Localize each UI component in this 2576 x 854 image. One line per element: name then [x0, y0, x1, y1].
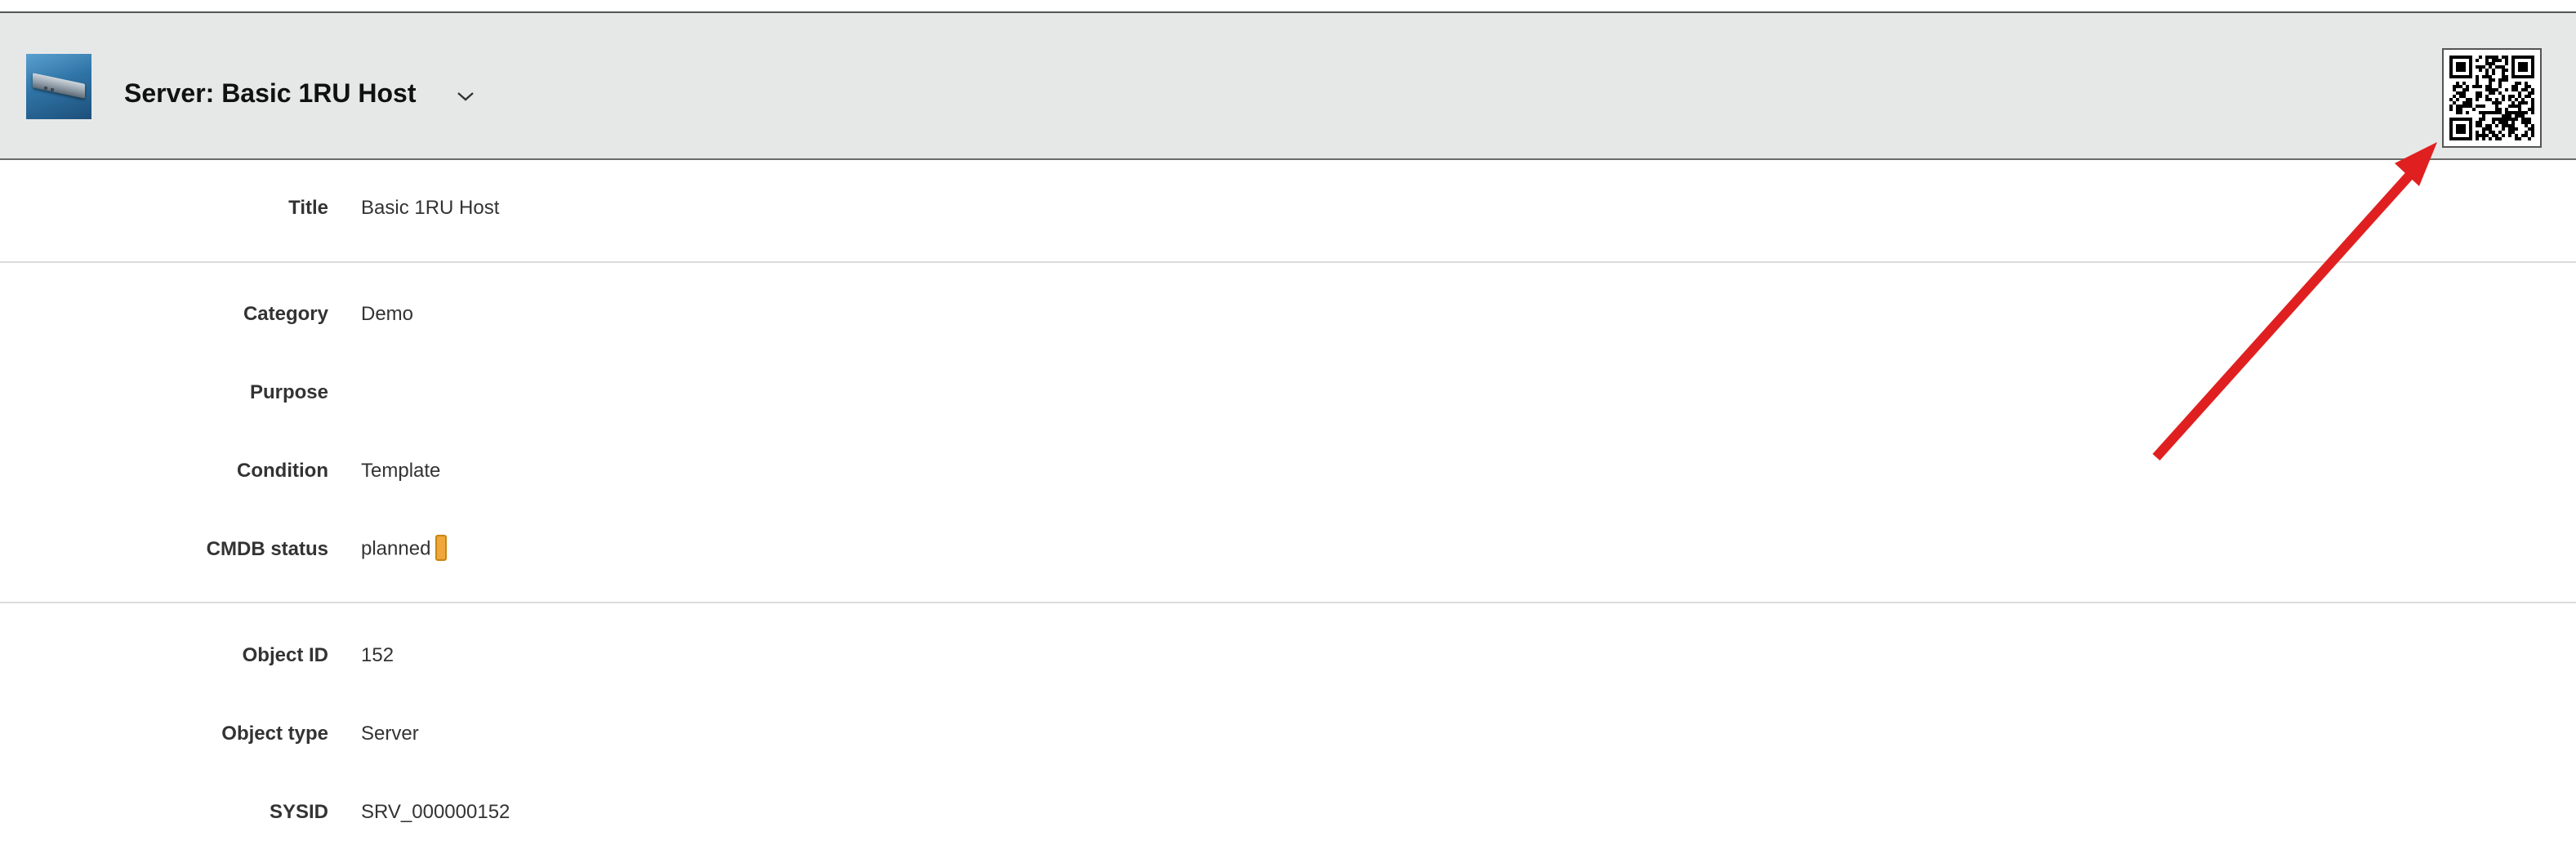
- object-id-label: Object ID: [242, 644, 328, 666]
- category-label: Category: [243, 303, 328, 325]
- server-rack-icon: [26, 54, 91, 119]
- section-divider: [0, 261, 2576, 263]
- object-type-value: Server: [361, 723, 419, 745]
- purpose-label: Purpose: [249, 381, 328, 403]
- category-value: Demo: [361, 303, 414, 325]
- chevron-down-icon[interactable]: [454, 85, 477, 108]
- condition-value: Template: [361, 460, 441, 482]
- cmdb-status-label: CMDB status: [206, 538, 328, 560]
- section-divider: [0, 602, 2576, 603]
- status-color-swatch: [435, 535, 448, 561]
- page-title: Server: Basic 1RU Host: [124, 78, 417, 108]
- object-view: Server: Basic 1RU Host Title Basic 1RU H…: [0, 0, 2576, 854]
- cmdb-status-text: planned: [361, 537, 431, 560]
- sysid-value: SRV_000000152: [361, 801, 510, 823]
- sysid-label: SYSID: [269, 801, 328, 823]
- object-type-label: Object type: [221, 723, 328, 745]
- cmdb-status-value: planned: [361, 535, 448, 563]
- title-label: Title: [288, 197, 328, 219]
- object-id-value: 152: [361, 644, 394, 666]
- condition-label: Condition: [237, 460, 328, 482]
- title-value: Basic 1RU Host: [361, 197, 500, 219]
- qr-code-icon[interactable]: [2442, 48, 2542, 148]
- object-header: Server: Basic 1RU Host: [0, 13, 2576, 160]
